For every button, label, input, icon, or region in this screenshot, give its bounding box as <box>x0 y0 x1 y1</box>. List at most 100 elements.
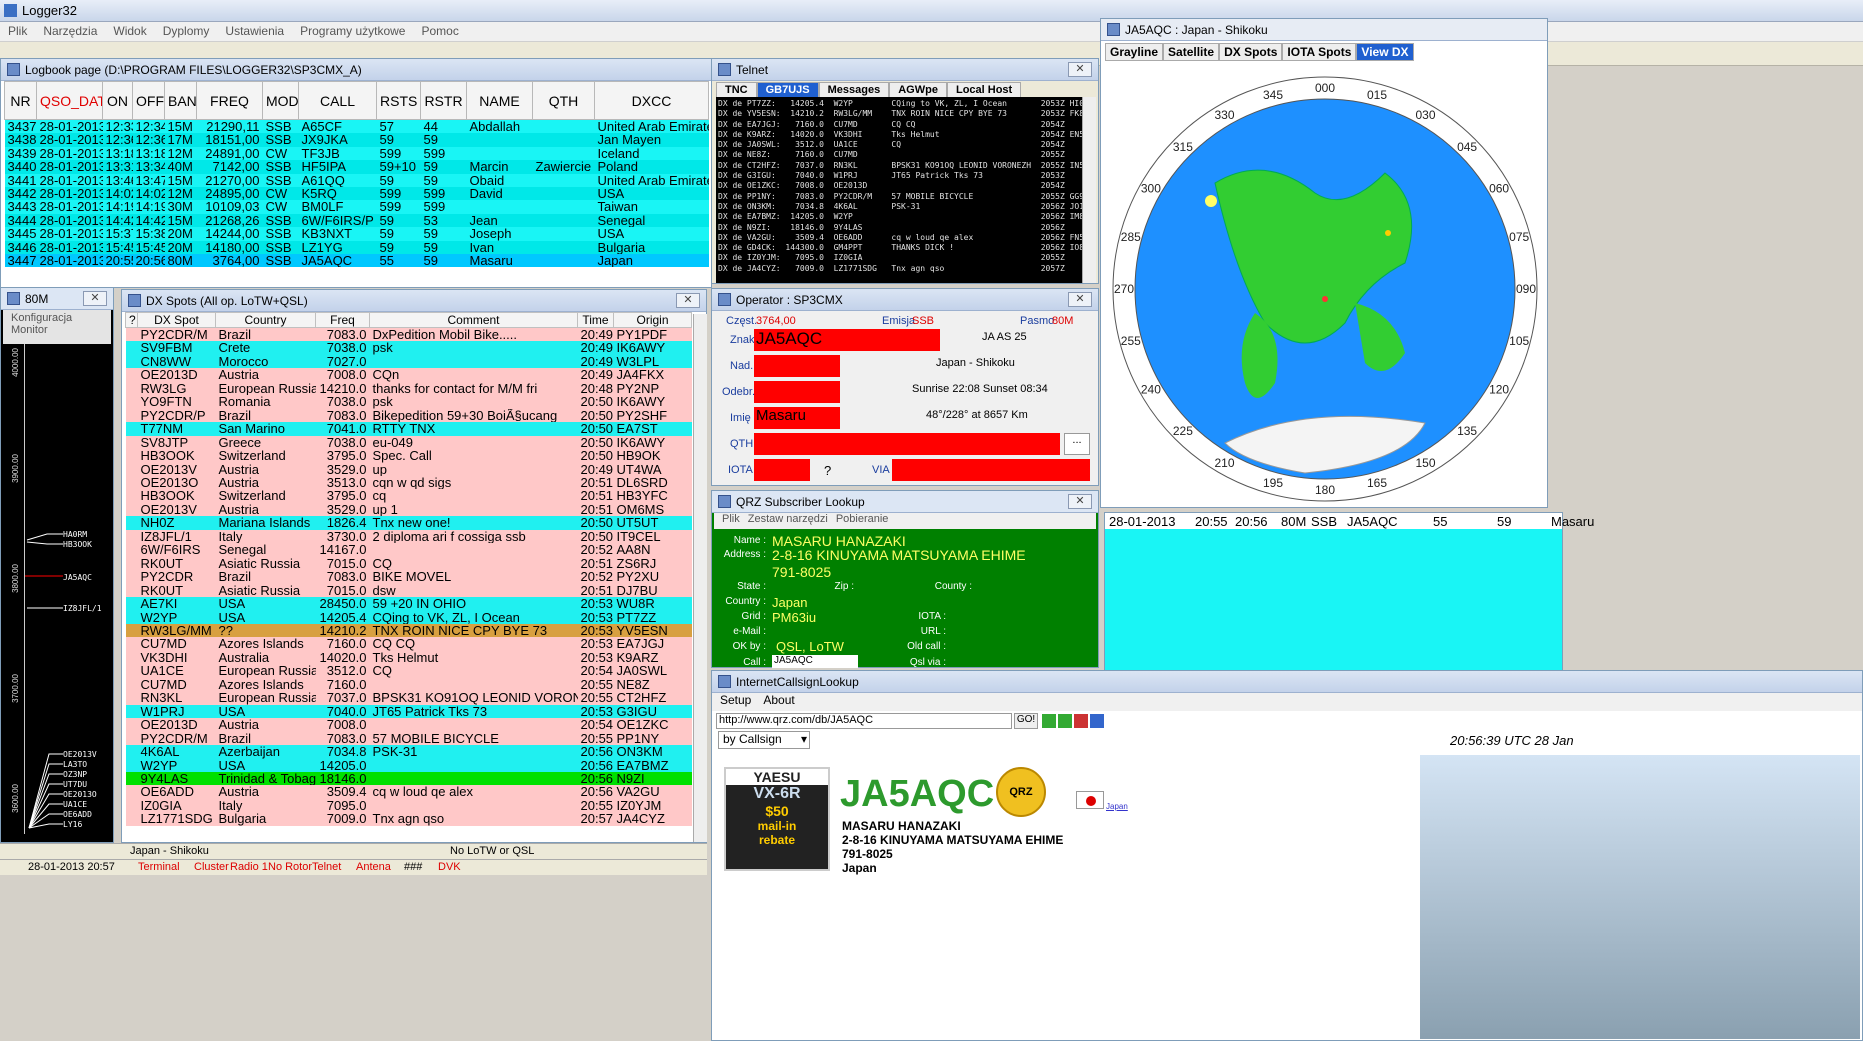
tab-tnc[interactable]: TNC <box>716 82 757 98</box>
dxspot-row[interactable]: YO9FTN Romania 7038.0 psk 20:50 IK6AWY <box>125 395 692 409</box>
status-item[interactable]: Antena <box>356 861 391 873</box>
dxspot-row[interactable]: OE2013D Austria 7008.0 20:54 OE1ZKC <box>125 718 692 732</box>
logbook-col-header[interactable]: NAME <box>466 81 533 120</box>
dxspot-row[interactable]: CU7MD Azores Islands 7160.0 20:55 NE8Z <box>125 677 692 692</box>
via-field[interactable] <box>892 459 1090 481</box>
menu-dyplomy[interactable]: Dyplomy <box>155 22 218 38</box>
close-icon[interactable]: ✕ <box>83 291 107 306</box>
inet-menu-about[interactable]: About <box>763 693 794 707</box>
qrz-menu-download[interactable]: Pobieranie <box>836 513 889 525</box>
qrz-menu-tools[interactable]: Zestaw narzędzi <box>748 513 828 525</box>
bandmap-spot[interactable]: LA3TO <box>63 760 87 769</box>
bandmap-spot[interactable]: OE6ADD <box>63 810 92 819</box>
logbook-col-header[interactable]: RSTS <box>376 81 421 120</box>
dxspot-row[interactable]: 9Y4LAS Trinidad & Tobago 18146.0 20:56 N9ZI <box>125 771 692 786</box>
log-mini-row[interactable]: 28-01-2013 20:55 20:56 80M SSB JA5AQC 55 59 Masa… <box>1105 513 1594 529</box>
iota-field[interactable] <box>754 459 810 481</box>
telnet-console[interactable]: DX de PT7ZZ: 14205.4 W2YP CQing to VK, Z… <box>716 97 1082 283</box>
tab-grayline[interactable]: Grayline <box>1105 43 1164 61</box>
tab-dx-spots[interactable]: DX Spots <box>1219 43 1283 61</box>
dxspots-col-header[interactable]: ? <box>125 312 138 328</box>
logbook-col-header[interactable]: DXCC <box>594 81 709 120</box>
logbook-row[interactable]: 343828-01-201312:3612:3617M18151,00SSBJX… <box>4 133 709 147</box>
status-item[interactable]: Cluster <box>194 861 229 873</box>
logbook-row[interactable]: 344728-01-201320:5520:5680M3764,00SSBJA5… <box>4 254 709 268</box>
close-icon[interactable]: ✕ <box>1068 494 1092 509</box>
znak-field[interactable]: JA5AQC <box>754 329 940 351</box>
logbook-row[interactable]: 344028-01-201313:3113:3440M7142,00SSBHF5… <box>4 160 709 174</box>
dxspots-scrollbar[interactable] <box>693 314 707 842</box>
logbook-col-header[interactable]: RSTR <box>420 81 467 120</box>
inet-menu-setup[interactable]: Setup <box>720 693 751 707</box>
dxspots-col-header[interactable]: Country <box>215 312 316 328</box>
tab-iota-spots[interactable]: IOTA Spots <box>1282 43 1357 61</box>
dxspot-row[interactable]: OE2013D Austria 7008.0 CQn 20:49 JA4FKX <box>125 368 692 382</box>
dxspot-row[interactable]: OE2013V Austria 3529.0 up 20:49 UT4WA <box>125 462 692 476</box>
menu-ustawienia[interactable]: Ustawienia <box>217 22 292 38</box>
menu-widok[interactable]: Widok <box>105 22 154 38</box>
refresh-icon[interactable] <box>1090 714 1104 728</box>
dxspots-col-header[interactable]: Freq <box>315 312 370 328</box>
ad-banner[interactable]: YAESU VX-6R $50 mail-in rebate <box>724 767 830 871</box>
dxspot-row[interactable]: PY2CDR/M Brazil 7083.0 57 MOBILE BICYCLE 20:… <box>125 731 692 746</box>
logbook-col-header[interactable]: ON <box>102 81 133 120</box>
dxspot-row[interactable]: PY2CDR/P Brazil 7083.0 Bikepedition 59+30 B… <box>125 408 692 423</box>
close-icon[interactable]: ✕ <box>1068 292 1092 307</box>
nad-field[interactable] <box>754 355 840 377</box>
menu-pomoc[interactable]: Pomoc <box>413 22 466 38</box>
status-item[interactable]: No Rotor <box>268 861 312 873</box>
logbook-col-header[interactable]: OFF <box>132 81 165 120</box>
bandmap-spot[interactable]: OE2013V <box>63 750 97 759</box>
dxspot-row[interactable]: OE2013O Austria 3513.0 cqn w qd sigs 20:51 DL… <box>125 475 692 490</box>
dxspot-row[interactable]: W2YP USA 14205.4 CQing to VK, ZL, I Ocean 20… <box>125 610 692 624</box>
dxspot-row[interactable]: 4K6AL Azerbaijan 7034.8 PSK-31 20:56 ON3KM <box>125 745 692 759</box>
bandmap-konfiguracja[interactable]: Konfiguracja <box>11 312 103 324</box>
dxspots-col-header[interactable]: Origin <box>613 312 692 328</box>
logbook-row[interactable]: 344328-01-201314:1914:1930M10109,03CWBM0… <box>4 200 709 214</box>
status-item[interactable]: Terminal <box>138 861 180 873</box>
azimuthal-map[interactable]: 000 015 030 045 060 075 090 105 120 135 150 165 180 1… <box>1105 63 1545 505</box>
tab-messages[interactable]: Messages <box>818 82 890 98</box>
dxspot-row[interactable]: RW3LG European Russia 14210.0 thanks for co… <box>125 381 692 396</box>
dxspot-row[interactable]: RN3KL European Russia 7037.0 BPSK31 KO91OQ … <box>125 691 692 705</box>
odebr-field[interactable] <box>754 381 840 403</box>
logbook-row[interactable]: 344228-01-201314:0214:0212M24895,00CWK5R… <box>4 187 709 201</box>
qrz-call-input[interactable]: JA5AQC <box>772 655 858 668</box>
dxspot-row[interactable]: 6W/F6IRS Senegal 14167.0 20:52 AA8N <box>125 543 692 557</box>
logbook-col-header[interactable]: CALL <box>298 81 377 120</box>
logbook-row[interactable]: 343728-01-201312:3312:3415M21290,11SSBA6… <box>4 119 709 134</box>
dxspot-row[interactable]: RK0UT Asiatic Russia 7015.0 CQ 20:51 ZS6RJ <box>125 556 692 571</box>
dxspot-row[interactable]: AE7KI USA 28450.0 59 +20 IN OHIO 20:53 WU8R <box>125 597 692 611</box>
search-mode-select[interactable]: by Callsign ▾ <box>718 731 810 749</box>
bandmap-spot[interactable]: UT7DU <box>63 780 87 789</box>
dxspot-row[interactable]: LZ1771SDG Bulgaria 7009.0 Tnx agn qso 20:57 J… <box>125 812 692 826</box>
logbook-col-header[interactable]: QTH <box>532 81 595 120</box>
dxspots-col-header[interactable]: Time <box>577 312 614 328</box>
dxspot-row[interactable]: CU7MD Azores Islands 7160.0 CQ CQ 20:53 EA7JG… <box>125 637 692 651</box>
qrz-menu-plik[interactable]: Plik <box>722 513 740 525</box>
status-item[interactable]: ### <box>404 861 422 873</box>
dxspot-row[interactable]: RK0UT Asiatic Russia 7015.0 dsw 20:51 DJ7BU <box>125 583 692 598</box>
go-button[interactable]: GO! <box>1014 713 1038 729</box>
logbook-row[interactable]: 343928-01-201313:1813:1812M24891,00CWTF3… <box>4 146 709 161</box>
bandmap-spot[interactable]: UA1CE <box>63 800 87 809</box>
bandmap-spot[interactable]: OZ3NP <box>63 770 87 779</box>
logbook-row[interactable]: 344628-01-201315:4515:4520M14180,00SSBLZ… <box>4 240 709 255</box>
tab-gb7ujs[interactable]: GB7UJS <box>756 82 819 98</box>
dxspot-row[interactable]: NH0Z Mariana Islands 1826.4 Tnx new one! 20:… <box>125 516 692 530</box>
dxspot-row[interactable]: W1PRJ USA 7040.0 JT65 Patrick Tks 73 20:53 G3… <box>125 704 692 719</box>
tab-local-host[interactable]: Local Host <box>946 82 1022 98</box>
bandmap-spot[interactable]: IZ8JFL/1 <box>63 604 102 613</box>
logbook-row[interactable]: 344528-01-201315:3715:3820M14244,00SSBKB… <box>4 227 709 241</box>
dxspot-row[interactable]: HB3OOK Switzerland 3795.0 Spec. Call 20:50 HB… <box>125 449 692 463</box>
dxspot-row[interactable]: UA1CE European Russia 3512.0 CQ 20:54 JA0SWL <box>125 664 692 678</box>
dxspots-col-header[interactable]: DX Spot <box>137 312 216 328</box>
dxspot-row[interactable]: VK3DHI Australia 14020.0 Tks Helmut 20:53 K9A… <box>125 650 692 665</box>
tab-view-dx[interactable]: View DX <box>1356 43 1414 61</box>
dxspot-row[interactable]: OE2013V Austria 3529.0 up 1 20:51 OM6MS <box>125 502 692 517</box>
url-input[interactable]: http://www.qrz.com/db/JA5AQC <box>716 713 1012 729</box>
menu-programy[interactable]: Programy użytkowe <box>292 22 413 38</box>
dxspot-row[interactable]: SV8JTP Greece 7038.0 eu-049 20:50 IK6AWY <box>125 435 692 450</box>
status-item[interactable]: Radio 1 <box>230 861 268 873</box>
tab-agwpe[interactable]: AGWpe <box>889 82 947 98</box>
